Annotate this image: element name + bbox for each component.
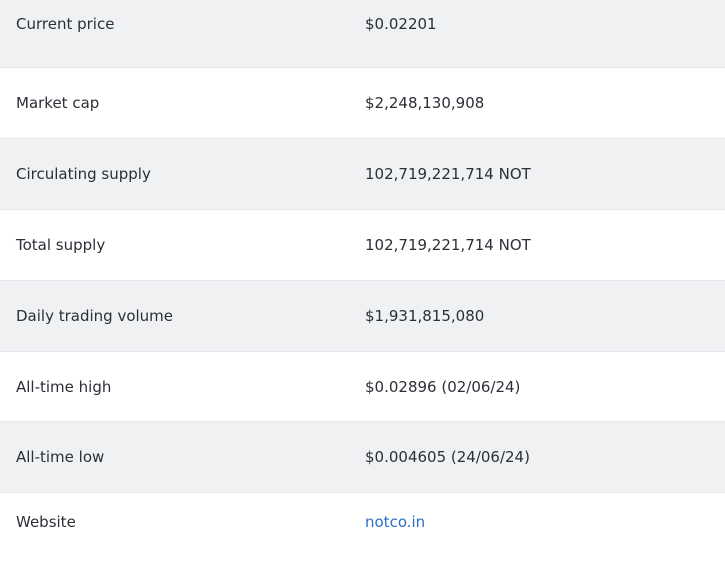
- stats-label: Circulating supply: [16, 165, 151, 183]
- stats-value: $0.004605 (24/06/24): [365, 448, 530, 466]
- stats-row-all-time-high: All-time high $0.02896 (02/06/24): [0, 352, 725, 422]
- stats-value: 102,719,221,714 NOT: [365, 236, 531, 254]
- stats-value: $0.02896 (02/06/24): [365, 377, 521, 396]
- stats-label: Website: [16, 513, 76, 531]
- stats-row-market-cap: Market cap $2,248,130,908: [0, 68, 725, 139]
- stats-value: $1,931,815,080: [365, 307, 485, 325]
- stats-value: $0.02201: [365, 15, 437, 33]
- stats-label: Market cap: [16, 94, 100, 112]
- stats-label: Current price: [16, 15, 115, 33]
- stats-label: All-time high: [16, 377, 112, 396]
- stats-row-website: Website notco.in: [0, 493, 725, 561]
- coin-stats-table: Current price $0.02201 Market cap $2,248…: [0, 0, 725, 561]
- website-link[interactable]: notco.in: [365, 493, 425, 551]
- stats-row-daily-trading-volume: Daily trading volume $1,931,815,080: [0, 281, 725, 352]
- stats-row-all-time-low: All-time low $0.004605 (24/06/24): [0, 422, 725, 493]
- stats-value: $2,248,130,908: [365, 94, 485, 112]
- stats-row-total-supply: Total supply 102,719,221,714 NOT: [0, 210, 725, 281]
- stats-label: Total supply: [16, 236, 106, 254]
- stats-row-current-price: Current price $0.02201: [0, 0, 725, 68]
- stats-value: 102,719,221,714 NOT: [365, 165, 531, 183]
- stats-row-circulating-supply: Circulating supply 102,719,221,714 NOT: [0, 139, 725, 210]
- stats-label: Daily trading volume: [16, 307, 174, 325]
- stats-label: All-time low: [16, 448, 105, 466]
